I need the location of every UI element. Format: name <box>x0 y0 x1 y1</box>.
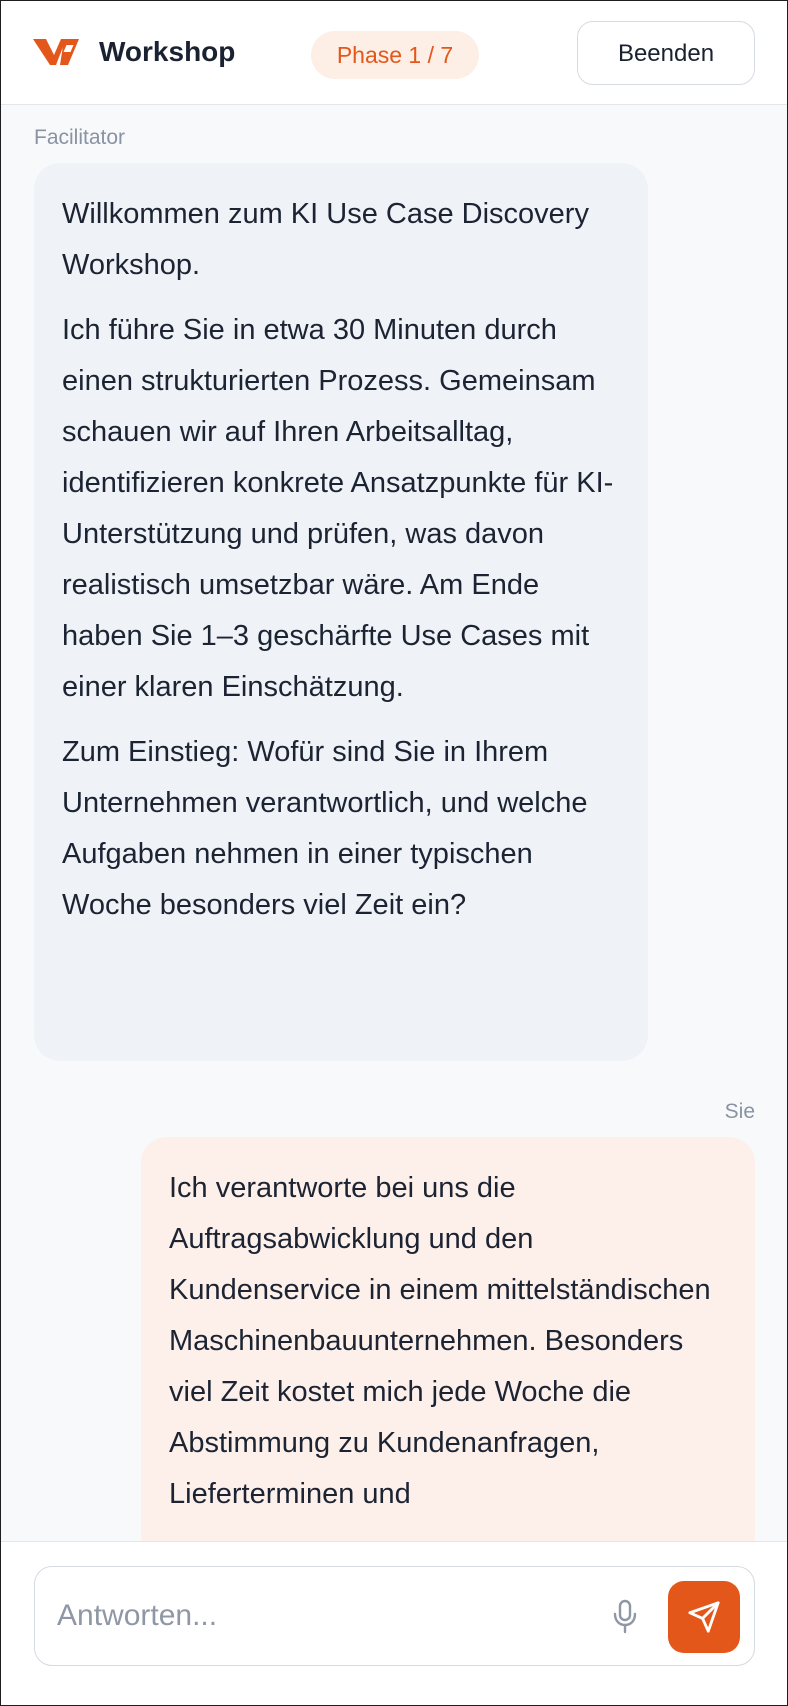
app-title: Workshop <box>99 36 236 67</box>
logo-icon <box>33 39 79 65</box>
facilitator-message-bubble: Willkommen zum KI Use Case Discovery Wor… <box>34 163 648 1061</box>
message-paragraph: Zum Einstieg: Wofür sind Sie in Ihrem Un… <box>62 736 588 921</box>
answer-input[interactable] <box>57 1587 617 1645</box>
answer-input-box <box>34 1566 755 1666</box>
send-icon <box>688 1601 720 1633</box>
microphone-icon <box>613 1599 637 1634</box>
user-message-bubble: Ich verantworte bei uns die Auftragsabwi… <box>141 1137 755 1541</box>
microphone-button[interactable] <box>605 1595 645 1639</box>
phase-badge: Phase 1 / 7 <box>311 31 479 79</box>
app-window: Workshop Phase 1 / 7 Beenden Facilitator… <box>0 0 788 1706</box>
chat-transcript[interactable]: Facilitator Willkommen zum KI Use Case D… <box>1 105 787 1541</box>
send-button[interactable] <box>668 1581 740 1653</box>
end-workshop-button[interactable]: Beenden <box>577 21 755 85</box>
message-paragraph: Ich verantworte bei uns die Auftragsabwi… <box>169 1172 711 1510</box>
message-paragraph: Ich führe Sie in etwa 30 Minuten durch e… <box>62 314 614 703</box>
message-paragraph: Willkommen zum KI Use Case Discovery Wor… <box>62 198 589 281</box>
header: Workshop Phase 1 / 7 Beenden <box>1 1 787 105</box>
composer <box>1 1541 787 1705</box>
sender-label-user: Sie <box>724 1100 755 1123</box>
sender-label-facilitator: Facilitator <box>34 126 126 149</box>
